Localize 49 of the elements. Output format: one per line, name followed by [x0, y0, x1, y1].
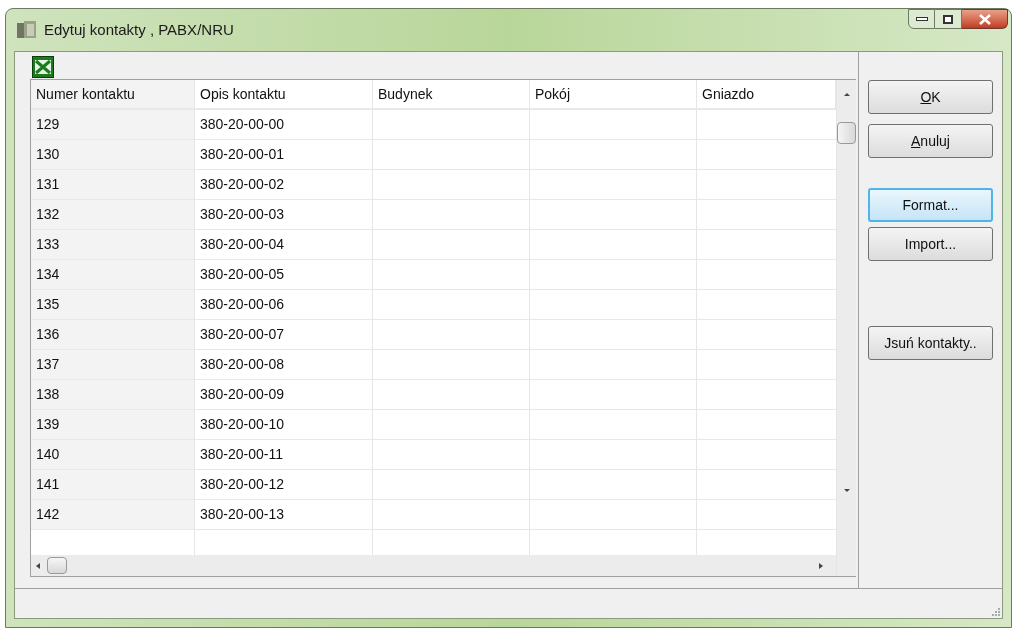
dialog-button[interactable]: Jsuń kontakty.. [868, 326, 993, 360]
table-cell: 380-20-00-10 [195, 410, 373, 439]
table-cell: 380-20-00-01 [195, 140, 373, 169]
row-header-cell: 138 [31, 380, 195, 409]
row-header-cell: 141 [31, 470, 195, 499]
table-cell: 380-20-00-03 [195, 200, 373, 229]
table-cell: 380-20-00-06 [195, 290, 373, 319]
table-cell: 380-20-00-05 [195, 260, 373, 289]
row-header-cell: 136 [31, 320, 195, 349]
maximize-button[interactable] [935, 9, 962, 29]
column-header[interactable]: Numer kontaktu [31, 80, 195, 108]
column-header[interactable]: Pokój [530, 80, 697, 108]
table-cell: 380-20-00-07 [195, 320, 373, 349]
resize-grip-icon[interactable] [990, 606, 1000, 616]
table-cell: 380-20-00-13 [195, 500, 373, 529]
column-header[interactable]: Opis kontaktu [195, 80, 373, 108]
dialog-button[interactable]: Format... [868, 188, 993, 222]
table-cell: 380-20-00-08 [195, 350, 373, 379]
dialog-button[interactable]: Import... [868, 227, 993, 261]
minimize-button[interactable] [908, 9, 935, 29]
row-header-cell: 131 [31, 170, 195, 199]
window-title: Edytuj kontakty , PABX/NRU [44, 19, 234, 40]
column-header[interactable]: Budynek [373, 80, 530, 108]
close-button[interactable] [962, 9, 1008, 29]
table-cell: 380-20-00-09 [195, 380, 373, 409]
row-header-cell: 135 [31, 290, 195, 319]
row-header-cell: 137 [31, 350, 195, 379]
table-cell: 380-20-00-02 [195, 170, 373, 199]
table-cell: 380-20-00-11 [195, 440, 373, 469]
row-header-cell: 139 [31, 410, 195, 439]
row-header-cell: 134 [31, 260, 195, 289]
scroll-thumb[interactable] [837, 122, 856, 144]
vertical-scrollbar[interactable] [836, 80, 856, 576]
close-icon [978, 13, 991, 25]
scroll-thumb[interactable] [47, 557, 67, 574]
table-cell: 380-20-00-00 [195, 110, 373, 139]
app-icon [16, 20, 38, 40]
row-header-cell: 132 [31, 200, 195, 229]
row-header-cell: 130 [31, 140, 195, 169]
table-cell: 380-20-00-04 [195, 230, 373, 259]
table-cell: 380-20-00-12 [195, 470, 373, 499]
horizontal-scrollbar[interactable] [31, 555, 836, 576]
row-header-cell: 142 [31, 500, 195, 529]
dialog-button[interactable]: OK [868, 80, 993, 114]
dialog-button[interactable]: Anuluj [868, 124, 993, 158]
spreadsheet-icon[interactable] [32, 56, 54, 78]
row-header-cell: 140 [31, 440, 195, 469]
row-header-cell: 129 [31, 110, 195, 139]
row-header-cell: 133 [31, 230, 195, 259]
